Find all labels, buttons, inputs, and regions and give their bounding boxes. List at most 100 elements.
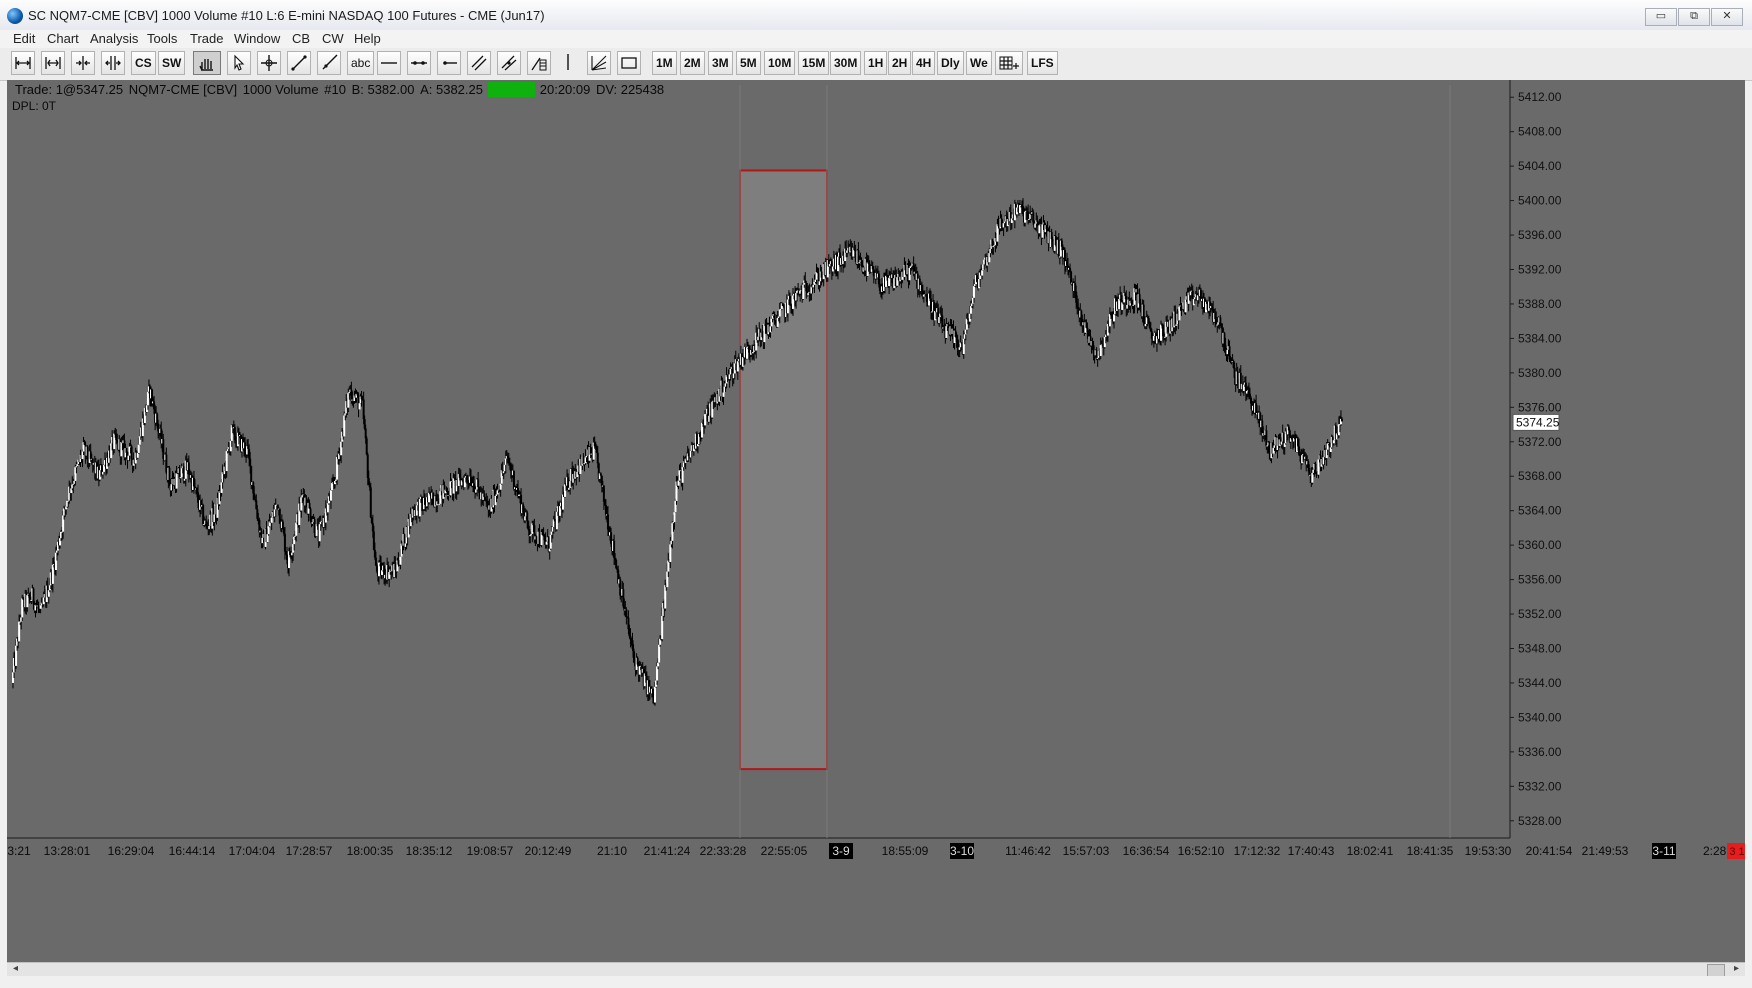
tf-3m-button[interactable]: 3M <box>708 51 733 75</box>
price-tick-label: 5384.00 <box>1518 331 1562 345</box>
time-tick-label: 18:55:09 <box>882 844 929 858</box>
hand-pan-button[interactable] <box>193 51 221 75</box>
app-globe-icon <box>7 8 23 24</box>
add-study-button[interactable] <box>995 51 1023 75</box>
ask-label: A: 5382.25 <box>420 82 483 97</box>
date-marker-label: 3-10 <box>950 844 974 858</box>
cs-button[interactable]: CS <box>131 51 156 75</box>
red-marker-label: 3 1 <box>1729 846 1744 858</box>
bid-label: B: 5382.00 <box>351 82 415 97</box>
time-tick-label: 16:29:04 <box>108 844 155 858</box>
candle-body <box>130 446 133 459</box>
compress-bars-button[interactable] <box>71 51 95 75</box>
tf-30m-button[interactable]: 30M <box>830 51 862 75</box>
candle-body <box>673 512 676 523</box>
tf-15m-button[interactable]: 15M <box>798 51 830 75</box>
lfs-button[interactable]: LFS <box>1027 51 1058 75</box>
chart-area[interactable]: 5412.00 5408.00 5404.00 5400.00 5396.00 5392.… <box>7 80 1745 962</box>
horizontal-line-icon <box>381 62 397 64</box>
rectangle-button[interactable] <box>617 51 641 75</box>
fib-button[interactable] <box>527 51 551 75</box>
menu-cb[interactable]: CB <box>292 31 310 46</box>
chart-info-line: Trade: 1@5347.25 NQM7-CME [CBV] 1000 Vol… <box>14 82 665 97</box>
parallel-channel-button[interactable] <box>467 51 491 75</box>
price-tick-label: 5412.00 <box>1518 90 1562 104</box>
time-tick-label: 18:00:35 <box>347 844 394 858</box>
tf-5m-button[interactable]: 5M <box>736 51 761 75</box>
expand-bars-button[interactable] <box>101 51 125 75</box>
pointer-button[interactable] <box>227 51 251 75</box>
price-tick-label: 5340.00 <box>1518 710 1562 724</box>
menu-analysis[interactable]: Analysis <box>90 31 138 46</box>
price-tick-label: 5364.00 <box>1518 504 1562 518</box>
fan-button[interactable] <box>587 51 611 75</box>
candle-body <box>1219 317 1222 324</box>
dpl-label: DPL: 0T <box>12 99 57 113</box>
horizontal-line-button[interactable] <box>377 51 401 75</box>
candle-body <box>736 361 739 372</box>
compress-icon <box>76 56 90 70</box>
menu-cw[interactable]: CW <box>322 31 344 46</box>
crosshair-button[interactable] <box>257 51 281 75</box>
candle-body <box>1265 430 1268 447</box>
menu-window[interactable]: Window <box>234 31 280 46</box>
tf-2m-button[interactable]: 2M <box>680 51 705 75</box>
ray-tool-button[interactable] <box>317 51 341 75</box>
tf-1h-button[interactable]: 1H <box>864 51 888 75</box>
tf-10m-button[interactable]: 10M <box>764 51 796 75</box>
candle-body <box>179 477 182 479</box>
menu-chart[interactable]: Chart <box>47 31 79 46</box>
symbol-label: NQM7-CME [CBV] <box>128 82 238 97</box>
tf-4h-button[interactable]: 4H <box>912 51 936 75</box>
price-tick-label: 5356.00 <box>1518 573 1562 587</box>
menu-edit[interactable]: Edit <box>13 31 35 46</box>
horizontal-scrollbar[interactable]: ◂ ▸ <box>7 962 1745 978</box>
candle-body <box>1113 314 1116 322</box>
menu-tools[interactable]: Tools <box>147 31 177 46</box>
time-label: 20:20:09 <box>539 82 591 97</box>
candle-body <box>51 564 54 584</box>
candle-body <box>176 473 179 475</box>
line-tool-button[interactable] <box>287 51 311 75</box>
candle-body <box>477 479 480 488</box>
price-tick-label: 5404.00 <box>1518 159 1562 173</box>
candle-body <box>972 286 975 298</box>
tf-1m-button[interactable]: 1M <box>652 51 677 75</box>
tf-daily-button[interactable]: Dly <box>937 51 964 75</box>
price-chart[interactable]: 5412.00 5408.00 5404.00 5400.00 5396.00 5392.… <box>7 80 1745 962</box>
text-tool-button[interactable]: abc <box>347 51 375 75</box>
candle-body <box>888 277 891 287</box>
channel-button[interactable] <box>497 51 521 75</box>
price-tick-label: 5388.00 <box>1518 297 1562 311</box>
maximize-button[interactable]: ⧉ <box>1678 8 1710 26</box>
price-tick-label: 5352.00 <box>1518 607 1562 621</box>
time-tick-label: 16:44:14 <box>169 844 216 858</box>
candle-body <box>658 644 661 663</box>
extend-line-button[interactable] <box>437 51 461 75</box>
time-tick-label: 21:49:53 <box>1582 844 1629 858</box>
price-tick-label: 5360.00 <box>1518 538 1562 552</box>
horizontal-ray-button[interactable] <box>407 51 431 75</box>
candle-body <box>330 483 333 491</box>
fit-chart-button[interactable] <box>11 51 35 75</box>
price-tick-label: 5344.00 <box>1518 676 1562 690</box>
candle-body <box>1332 440 1335 444</box>
fib-icon <box>531 57 547 71</box>
highlight-rectangle <box>739 169 828 771</box>
time-tick-label: 21:10 <box>597 844 627 858</box>
candle-body <box>788 295 791 305</box>
candle-body <box>175 473 178 489</box>
scroll-right-arrow[interactable]: ▸ <box>1734 963 1739 974</box>
minimize-button[interactable]: ▭ <box>1645 8 1677 26</box>
tf-2h-button[interactable]: 2H <box>888 51 912 75</box>
zoom-in-button[interactable] <box>41 51 65 75</box>
scroll-left-arrow[interactable]: ◂ <box>13 963 18 974</box>
tf-weekly-button[interactable]: We <box>966 51 992 75</box>
volume-label: 1000 Volume <box>242 82 319 97</box>
close-button[interactable]: ✕ <box>1711 8 1743 26</box>
candle-body <box>137 444 140 453</box>
menu-trade[interactable]: Trade <box>190 31 223 46</box>
vertical-line-button[interactable] <box>557 51 581 75</box>
menu-help[interactable]: Help <box>354 31 381 46</box>
sw-button[interactable]: SW <box>158 51 186 75</box>
